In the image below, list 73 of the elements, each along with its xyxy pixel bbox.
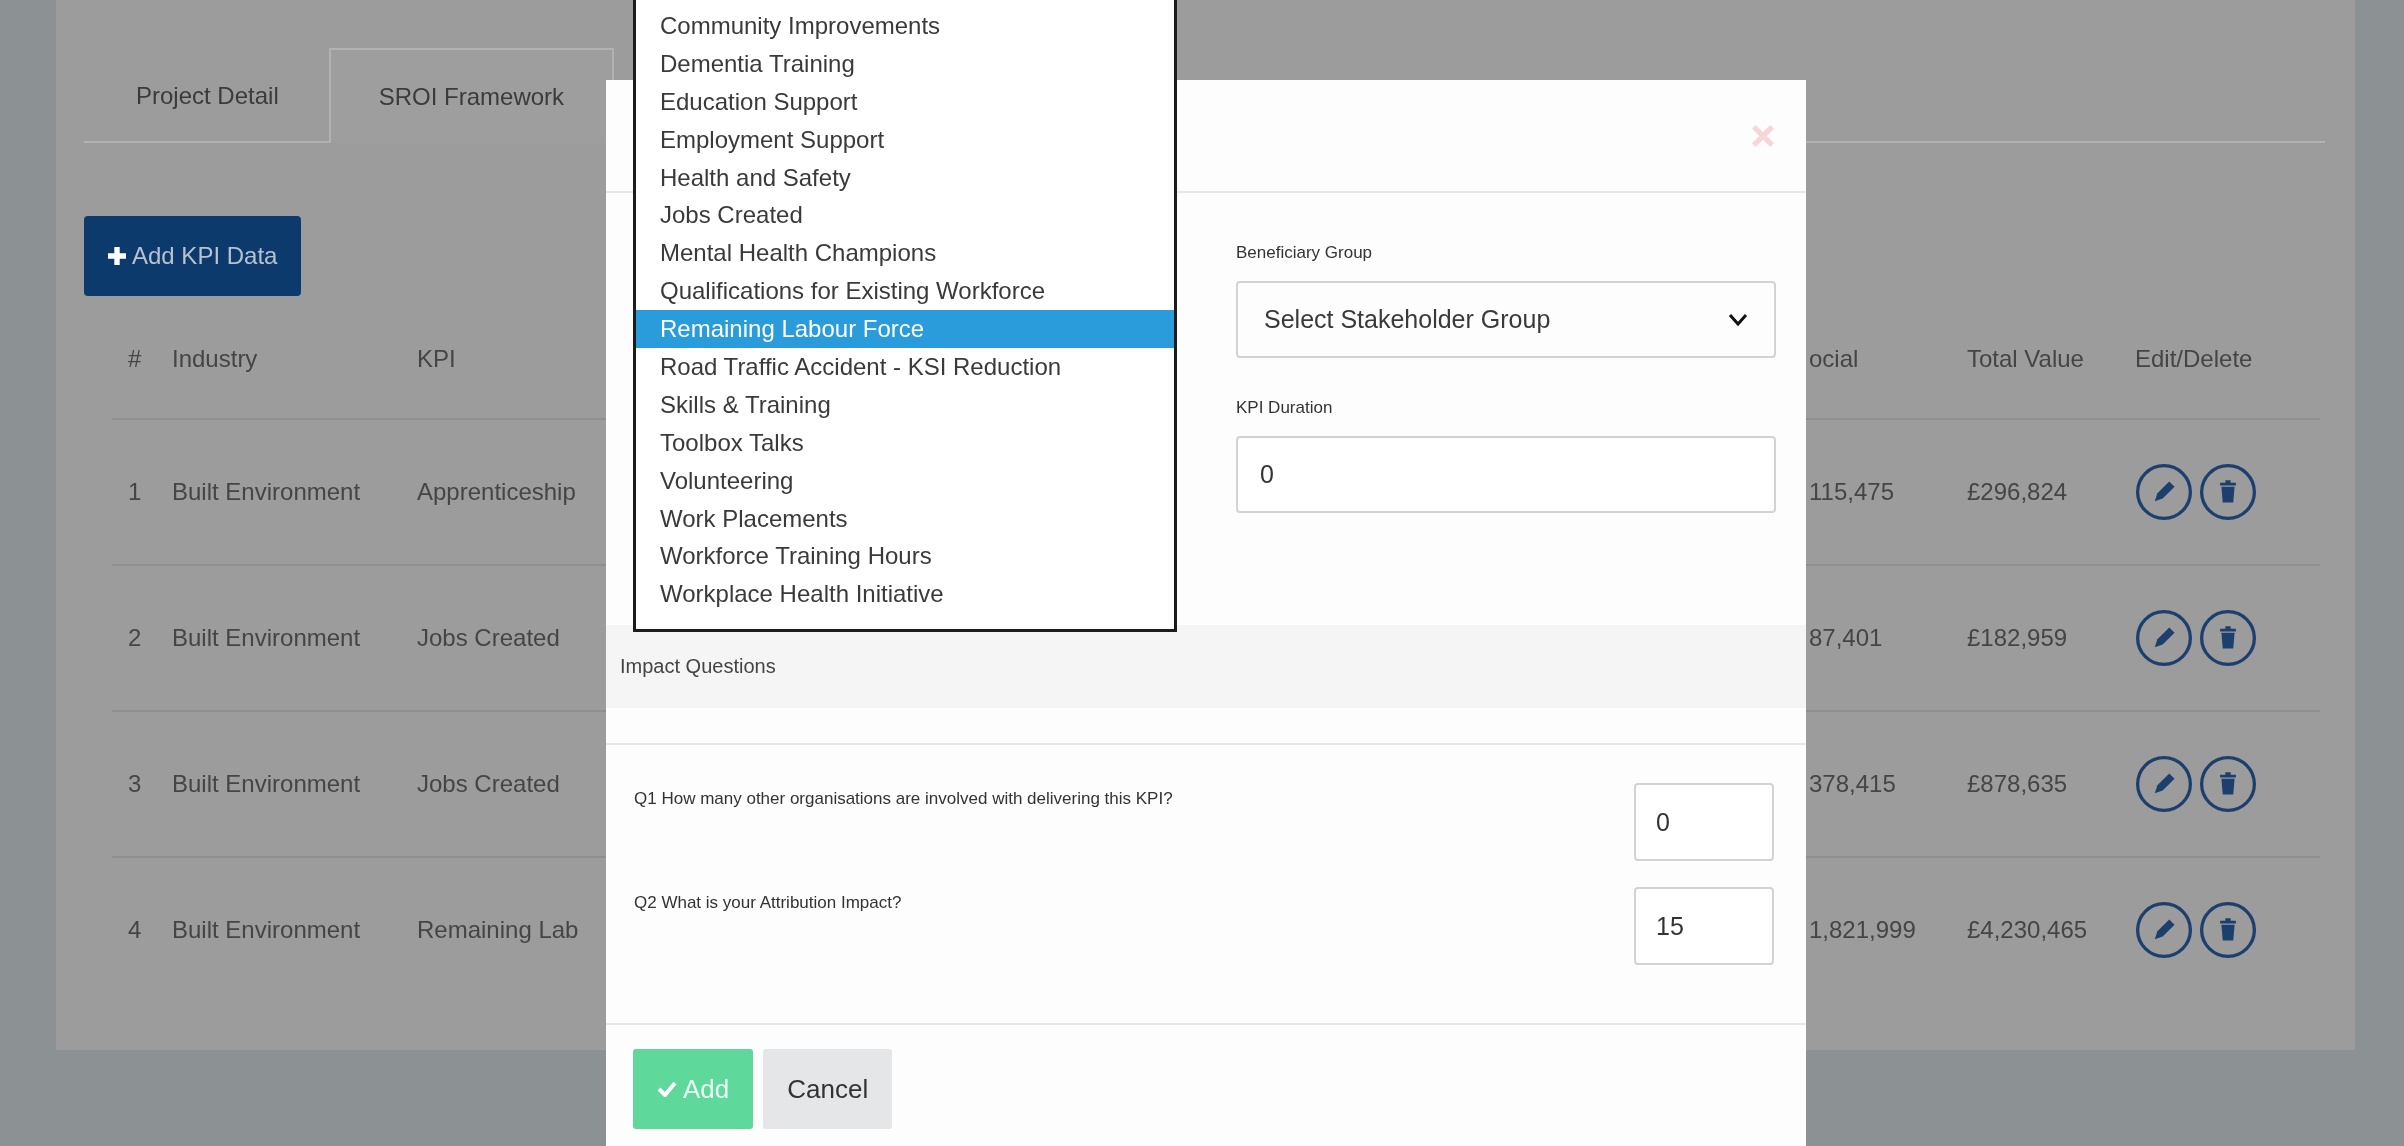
table-cell-text: 3 [127,770,142,798]
check-icon [657,1081,677,1097]
dropdown-option[interactable]: Education Support [636,82,1174,121]
dropdown-option[interactable]: Work Placements [636,499,1174,538]
table-cell: Jobs Created [417,770,560,798]
answer-field[interactable]: 0 [1634,783,1774,861]
dropdown-option[interactable]: Health and Safety [636,158,1174,197]
edit-button[interactable] [2135,755,2193,813]
table-cell: 1,821,999 [1809,916,1916,944]
edit-button[interactable] [2135,463,2193,521]
table-cell: £4,230,465 [1967,916,2088,944]
table-cell: £182,959 [1967,624,2068,652]
dropdown-option[interactable]: Toolbox Talks [636,423,1174,462]
chevron-down-icon [1728,312,1748,327]
table-cell: Apprenticeship [417,478,576,506]
section-title: Impact Questions [620,655,776,678]
dropdown-option[interactable]: Dementia Training [636,44,1174,83]
table-cell-text: 4 [127,916,142,944]
trash-icon [2199,901,2257,959]
field-label: Beneficiary Group [1236,243,1374,263]
dropdown-option[interactable]: Jobs Created [636,196,1174,235]
dropdown-option[interactable]: Workplace Health Initiative [636,575,1174,614]
table-cell: 115,475 [1809,478,1894,506]
dropdown-option[interactable]: Volunteering [636,461,1174,500]
plus-icon [108,247,126,265]
add-kpi-button[interactable]: Add KPI Data [84,216,302,296]
table-cell: 87,401 [1809,624,1883,652]
pencil-icon [2135,901,2193,959]
trash-icon [2199,609,2257,667]
pencil-icon [2135,463,2193,521]
column-header: KPI [417,345,456,373]
table-cell: Remaining Lab [417,916,579,944]
table-cell: Built Environment [172,478,361,506]
trash-icon [2199,463,2257,521]
dropdown-option[interactable]: Workforce Training Hours [636,537,1174,576]
column-header: ocial [1809,345,1859,373]
question-text: Q2 What is your Attribution Impact? [634,892,902,913]
dropdown-option[interactable]: Employment Support [636,120,1174,159]
delete-button[interactable] [2199,609,2257,667]
table-cell: Built Environment [172,916,361,944]
pencil-icon [2135,609,2193,667]
dropdown-option[interactable]: Community Improvements [636,7,1174,45]
dropdown-option[interactable]: Qualifications for Existing Workforce [636,272,1174,311]
column-header: Edit/Delete [2135,345,2253,373]
column-header: # [127,345,142,373]
edit-button[interactable] [2135,901,2193,959]
answer-field[interactable]: 15 [1634,887,1774,965]
cancel-button[interactable]: Cancel [763,1049,893,1129]
dropdown-option[interactable]: Mental Health Champions [636,234,1174,273]
table-cell: £296,824 [1967,478,2068,506]
table-cell: £878,635 [1967,770,2068,798]
edit-button[interactable] [2135,609,2193,667]
table-cell-text: 1 [127,478,142,506]
table-cell: Jobs Created [417,624,560,652]
column-header: Total Value [1967,345,2084,373]
tab[interactable]: SROI Framework [328,48,615,143]
delete-button[interactable] [2199,755,2257,813]
dropdown-option[interactable]: Road Traffic Accident - KSI Reduction [636,348,1174,386]
field-label: KPI Duration [1236,398,1334,418]
table-cell-text: 2 [127,624,142,652]
dropdown-option[interactable]: Skills & Training [636,385,1174,424]
delete-button[interactable] [2199,463,2257,521]
tab[interactable]: Project Detail [86,48,329,141]
pencil-icon [2135,755,2193,813]
trash-icon [2199,755,2257,813]
stakeholder-select[interactable]: Select Stakeholder Group [1236,281,1776,358]
question-text: Q1 How many other organisations are involved with delivering this KPI? [634,788,1173,809]
table-cell: 378,415 [1809,770,1896,798]
table-cell: Built Environment [172,624,361,652]
delete-button[interactable] [2199,901,2257,959]
table-cell: Built Environment [172,770,361,798]
column-header: Industry [172,345,258,373]
kpi-duration-field[interactable]: 0 [1236,436,1776,513]
